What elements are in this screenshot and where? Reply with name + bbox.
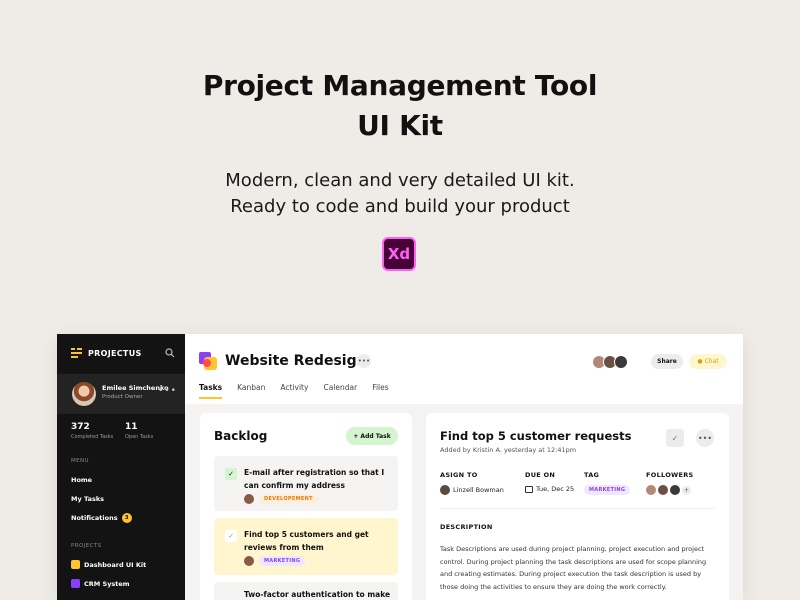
avatar [244,556,254,566]
avatar [72,382,96,406]
page-title: Website Redesign [225,353,367,369]
search-icon[interactable] [165,348,175,358]
hero-title-line1: Project Management Tool [202,69,598,102]
sidebar-item-label: Home [71,476,93,484]
avatar [658,485,668,495]
chat-icon: ● [697,358,703,365]
more-icon[interactable]: ••• [158,386,177,396]
avatar [614,355,628,369]
project-header: Website Redesign ••• Tasks Kanban Activi… [185,334,743,404]
tab-files[interactable]: Files [372,383,388,399]
task-card[interactable]: ✓ E-mail after registration so that I ca… [214,456,398,511]
backlog-panel: Backlog + Add Task ✓ E-mail after regist… [200,413,412,600]
tab-tasks[interactable]: Tasks [199,383,223,399]
due-date[interactable]: Tue, Dec 25 [525,485,574,493]
divider [440,508,715,509]
task-title: E-mail after registration so that I can … [244,468,385,490]
more-icon[interactable]: ••• [357,354,371,368]
stat-completed: 372 Completed Tasks [71,422,113,440]
hero-subtitle: Modern, clean and very detailed UI kit. … [0,168,800,220]
checkbox[interactable]: ✓ [225,468,237,480]
tag-label: TAG [584,471,600,479]
task-description: Task Descriptions are used during projec… [440,545,707,591]
sidebar-item-my-tasks[interactable]: My Tasks [71,495,104,503]
complete-task-button[interactable]: ✓ [666,429,684,447]
tab-activity[interactable]: Activity [280,383,308,399]
avatar [646,485,656,495]
due-date-value: Tue, Dec 25 [536,485,575,493]
assign-label: ASIGN TO [440,471,478,479]
hero-title: Project Management Tool UI Kit [0,66,800,146]
checkbox[interactable]: ✓ [225,530,237,542]
brand-logo-icon [71,348,82,358]
assignee-name: Linzell Bowman [453,486,504,494]
user-profile[interactable]: Emilee Simchenko Product Owner ••• [57,374,185,414]
followers[interactable]: + [646,485,691,495]
chat-button[interactable]: ● Chat [689,354,727,369]
project-icon [71,579,80,588]
task-meta: DEVELOPEMENT [244,494,318,504]
task-card[interactable]: ✓ Find top 5 customers and get reviews f… [214,518,398,575]
sidebar: PROJECTUS Emilee Simchenko Product Owner… [57,334,185,600]
due-label: DUE ON [525,471,556,479]
task-meta: MARKETING [244,556,306,566]
tag-badge: DEVELOPEMENT [259,494,318,504]
menu-section-label: MENU [71,458,89,464]
task-detail-title: Find top 5 customer requests [440,429,632,443]
sidebar-item-label: CRM System [84,579,130,588]
avatar [244,494,254,504]
stat-open: 11 Open Tasks [125,422,153,440]
stat-label: Open Tasks [125,434,154,440]
task-title: Two-factor authentication to make [244,590,391,599]
assignee[interactable]: Linzell Bowman [440,485,504,495]
user-role: Product Owner [102,394,143,400]
stat-value: 11 [125,422,138,432]
avatar [440,485,450,495]
sidebar-item-label: Notifications [71,514,118,522]
sidebar-item-label: Dashboard UI Kit [84,560,147,569]
notification-count-badge: 3 [121,513,132,523]
task-card[interactable]: Two-factor authentication to make [214,582,398,600]
hero-subtitle-line2: Ready to code and build your product [230,196,570,217]
stat-label: Completed Tasks [71,434,114,440]
share-button[interactable]: Share [651,354,683,369]
description-label: DESCRIPTION [440,523,493,531]
calendar-icon [525,485,533,493]
task-tag[interactable]: MARKETING [584,485,631,495]
task-title: Find top 5 customers and get reviews fro… [244,530,369,552]
sidebar-project-dashboard[interactable]: Dashboard UI Kit [71,560,146,569]
tag-badge: MARKETING [584,485,631,495]
sidebar-item-label: My Tasks [71,495,105,503]
more-icon[interactable]: ••• [696,429,714,447]
tab-bar: Tasks Kanban Activity Calendar Files [199,383,389,399]
task-detail-panel: Find top 5 customer requests Added by Kr… [426,413,729,600]
sidebar-project-crm[interactable]: CRM System [71,579,130,588]
backlog-title: Backlog [214,429,268,443]
chat-label: Chat [704,358,719,365]
sidebar-item-home[interactable]: Home [71,476,92,484]
brand[interactable]: PROJECTUS [71,348,142,358]
project-logo-icon [199,352,217,370]
tab-kanban[interactable]: Kanban [237,383,265,399]
member-avatars[interactable] [592,355,628,369]
projects-section-label: PROJECTS [71,543,102,549]
adobe-xd-icon: Xd [382,237,416,271]
sidebar-item-notifications[interactable]: Notifications 3 [71,513,132,523]
add-follower-icon[interactable]: + [682,485,691,495]
add-task-button[interactable]: + Add Task [346,427,398,445]
task-added-by: Added by Kristin A. yesterday at 12:41pm [440,446,577,454]
project-icon [71,560,80,569]
avatar [670,485,680,495]
followers-label: FOLLOWERS [646,471,694,479]
hero-subtitle-line1: Modern, clean and very detailed UI kit. [225,170,575,191]
app-window: PROJECTUS Emilee Simchenko Product Owner… [57,334,743,600]
tag-badge: MARKETING [259,556,306,566]
brand-name: PROJECTUS [88,348,142,358]
hero-title-line2: UI Kit [357,109,443,142]
tab-calendar[interactable]: Calendar [323,383,357,399]
stat-value: 372 [71,422,90,432]
